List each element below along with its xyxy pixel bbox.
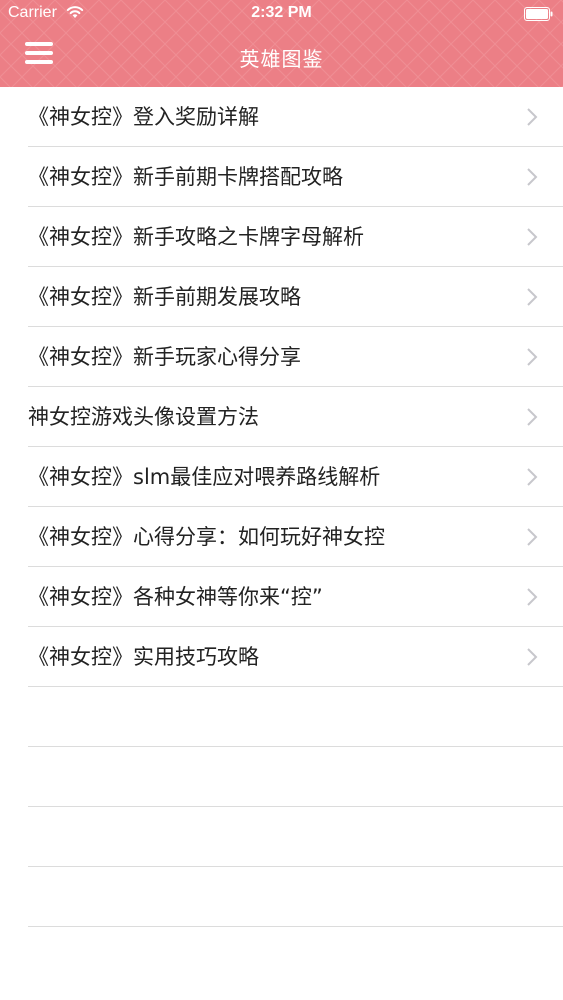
list-item[interactable]: 神女控游戏头像设置方法	[28, 387, 563, 447]
chevron-right-icon	[527, 648, 538, 666]
list-item-label: 《神女控》登入奖励详解	[28, 105, 259, 129]
list-item-label: 《神女控》新手攻略之卡牌字母解析	[28, 225, 364, 249]
page-title: 英雄图鉴	[239, 47, 324, 71]
status-bar: Carrier 2:32 PM	[0, 0, 563, 28]
chevron-right-icon	[527, 468, 538, 486]
list-item[interactable]: 《神女控》新手前期发展攻略	[28, 267, 563, 327]
list-item[interactable]: 《神女控》各种女神等你来“控”	[28, 567, 563, 627]
list-item[interactable]: 《神女控》实用技巧攻略	[28, 627, 563, 687]
chevron-right-icon	[527, 528, 538, 546]
status-time: 2:32 PM	[251, 4, 312, 21]
chevron-right-icon	[527, 228, 538, 246]
list-item[interactable]: 《神女控》心得分享：如何玩好神女控	[28, 507, 563, 567]
chevron-right-icon	[527, 108, 538, 126]
battery-icon	[524, 7, 553, 21]
chevron-right-icon	[527, 168, 538, 186]
empty-row	[28, 807, 563, 867]
list-item[interactable]: 《神女控》新手玩家心得分享	[28, 327, 563, 387]
list-item-label: 《神女控》心得分享：如何玩好神女控	[28, 525, 385, 549]
list-item-label: 《神女控》各种女神等你来“控”	[28, 585, 323, 609]
empty-row	[28, 687, 563, 747]
article-list: 《神女控》登入奖励详解 《神女控》新手前期卡牌搭配攻略 《神女控》新手攻略之卡牌…	[0, 87, 563, 927]
empty-row	[28, 867, 563, 927]
chevron-right-icon	[527, 288, 538, 306]
list-item[interactable]: 《神女控》slm最佳应对喂养路线解析	[28, 447, 563, 507]
chevron-right-icon	[527, 408, 538, 426]
list-item-label: 《神女控》slm最佳应对喂养路线解析	[28, 465, 381, 489]
list-item-label: 《神女控》新手前期卡牌搭配攻略	[28, 165, 343, 189]
empty-row	[28, 747, 563, 807]
list-item-label: 神女控游戏头像设置方法	[28, 405, 259, 429]
chevron-right-icon	[527, 588, 538, 606]
list-item-label: 《神女控》新手玩家心得分享	[28, 345, 301, 369]
list-item[interactable]: 《神女控》新手攻略之卡牌字母解析	[28, 207, 563, 267]
list-item-label: 《神女控》实用技巧攻略	[28, 645, 259, 669]
list-item-label: 《神女控》新手前期发展攻略	[28, 285, 301, 309]
nav-header: Carrier 2:32 PM 英雄图鉴	[0, 0, 563, 87]
chevron-right-icon	[527, 348, 538, 366]
list-item[interactable]: 《神女控》登入奖励详解	[28, 87, 563, 147]
list-item[interactable]: 《神女控》新手前期卡牌搭配攻略	[28, 147, 563, 207]
